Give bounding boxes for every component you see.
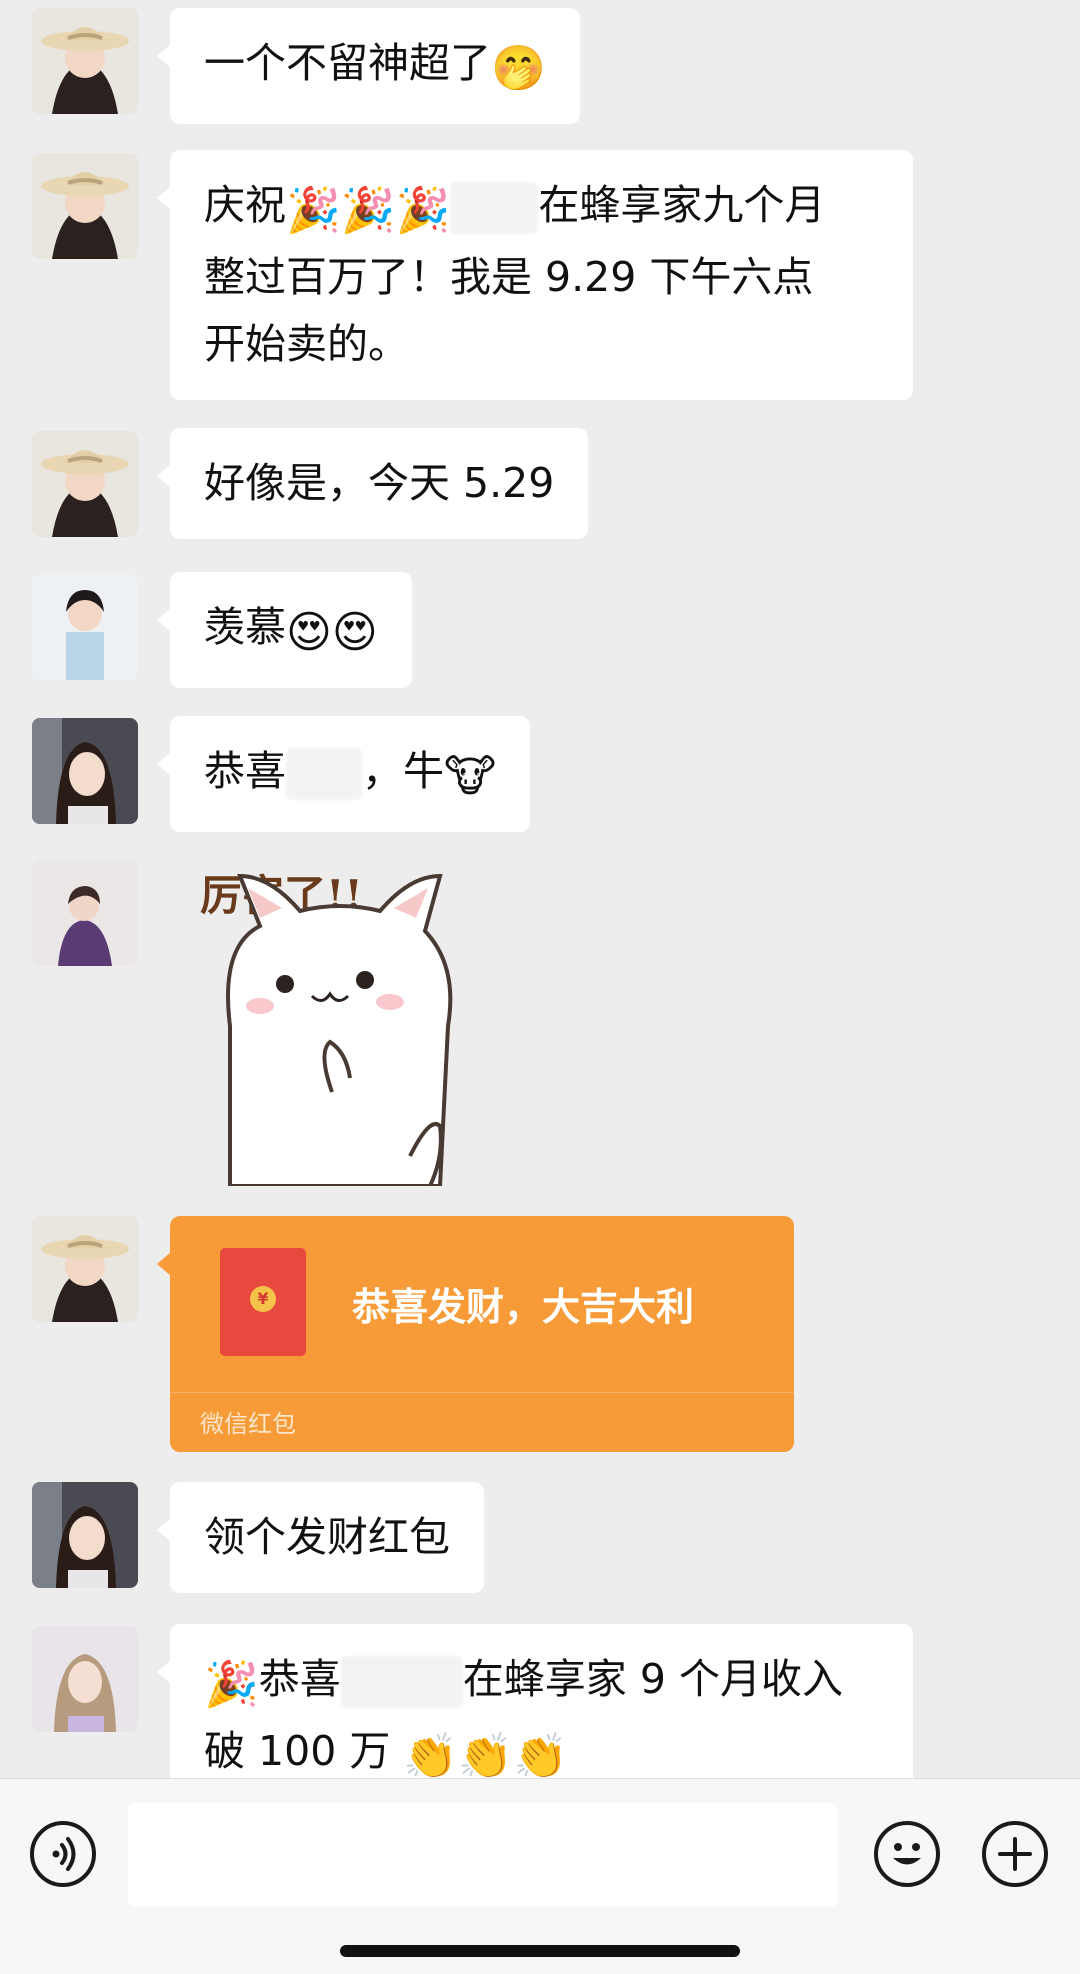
avatar[interactable] (32, 718, 138, 824)
voice-button[interactable] (30, 1821, 96, 1887)
avatar[interactable] (32, 860, 138, 966)
plus-button[interactable] (982, 1821, 1048, 1887)
party-popper-emoji-icon: 🎉 (204, 1659, 259, 1710)
message-bubble[interactable]: 恭喜 ，牛🐮 (156, 716, 531, 832)
voice-icon (52, 1837, 76, 1871)
redacted-name (340, 1656, 463, 1708)
home-indicator[interactable] (340, 1945, 740, 1957)
message-bubble[interactable]: 一个不留神超了🤭 (157, 8, 580, 124)
message-text: 在蜂享家九个月 (538, 181, 826, 229)
avatar[interactable] (32, 1626, 138, 1732)
clapping-hands-emoji-icon: 👏👏👏 (403, 1731, 568, 1778)
message-text: 开始卖的。 (204, 320, 409, 368)
cat-sticker-icon[interactable] (190, 856, 490, 1186)
avatar[interactable] (32, 431, 138, 537)
message-text: 整过百万了！我是 9.29 下午六点 (204, 253, 814, 301)
red-envelope-icon: ¥ (220, 1248, 306, 1356)
hand-over-mouth-emoji-icon: 🤭 (491, 43, 546, 94)
heart-eyes-emoji-icon: 😍😍 (286, 607, 378, 658)
redacted-name (450, 182, 539, 234)
message-bubble[interactable]: 🎉恭喜 在蜂享家 9 个月收入 破 100 万 👏👏👏 (157, 1624, 913, 1778)
red-packet-card[interactable]: ¥ 恭喜发财，大吉大利 微信红包 (157, 1216, 794, 1452)
avatar[interactable] (32, 1216, 138, 1322)
party-popper-emoji-icon: 🎉🎉🎉 (286, 185, 451, 236)
avatar[interactable] (32, 153, 138, 259)
message-text: 庆祝 (204, 181, 286, 229)
plus-icon (998, 1837, 1032, 1871)
message-text: 领个发财红包 (204, 1513, 450, 1561)
message-text: 破 100 万 (204, 1727, 391, 1775)
message-text: ，牛 (362, 747, 444, 795)
red-packet-footer: 微信红包 (200, 1410, 296, 1438)
message-bubble[interactable]: 领个发财红包 (157, 1482, 484, 1593)
emoji-button[interactable] (874, 1821, 940, 1887)
message-bubble[interactable]: 好像是，今天 5.29 (156, 428, 589, 539)
redacted-name (286, 748, 362, 800)
message-text: 在蜂享家 9 个月收入 (462, 1655, 843, 1703)
message-bubble[interactable]: 羡慕😍😍 (157, 572, 412, 688)
divider (170, 1392, 794, 1393)
red-packet-title: 恭喜发财，大吉大利 (352, 1285, 695, 1329)
message-text: 羡慕 (204, 603, 286, 651)
message-bubble[interactable]: 庆祝🎉🎉🎉 在蜂享家九个月 整过百万了！我是 9.29 下午六点 开始卖的。 (157, 150, 913, 400)
chat-history[interactable]: 一个不留神超了🤭 庆祝🎉🎉🎉 在蜂享家九个月 整过百万了！我是 9.29 下午六点… (0, 0, 1080, 1778)
avatar[interactable] (32, 1482, 138, 1588)
message-text: 恭喜 (204, 747, 286, 795)
message-input[interactable] (128, 1803, 838, 1907)
avatar[interactable] (32, 8, 138, 114)
message-text: 恭喜 (258, 1655, 341, 1703)
cow-face-emoji-icon: 🐮 (444, 751, 497, 802)
message-text: 一个不留神超了 (204, 39, 491, 87)
message-text: 好像是，今天 5.29 (204, 459, 555, 507)
emoji-icon (893, 1843, 921, 1865)
avatar[interactable] (32, 574, 138, 680)
coin-icon: ¥ (250, 1286, 276, 1312)
